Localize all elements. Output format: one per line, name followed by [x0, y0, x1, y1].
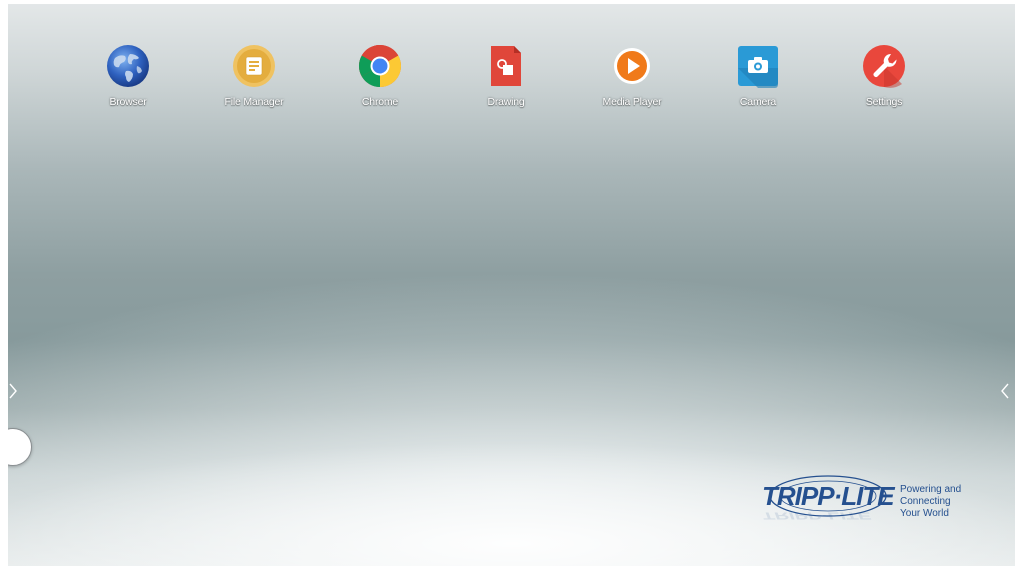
- drawing-icon: [484, 44, 528, 88]
- app-label: File Manager: [224, 96, 284, 108]
- app-launcher-row: Browser File Manager Chrome Drawing Medi…: [68, 44, 968, 124]
- svg-text:TRIPP·LITE: TRIPP·LITE: [762, 510, 871, 521]
- right-edge-toggle[interactable]: [998, 380, 1012, 402]
- app-label: Settings: [865, 96, 903, 108]
- app-chrome[interactable]: Chrome: [320, 44, 440, 108]
- brand-tagline: Powering and Connecting Your World: [900, 484, 961, 520]
- brand-logo: TRIPP·LITE TRIPP·LITE Powering and Conne…: [756, 470, 986, 550]
- svg-text:TRIPP·LITE: TRIPP·LITE: [762, 481, 895, 511]
- app-label: Chrome: [361, 96, 399, 108]
- app-label: Media Player: [602, 96, 662, 108]
- tagline-line: Connecting: [900, 496, 951, 507]
- tagline-line: Powering and: [900, 484, 962, 495]
- app-browser[interactable]: Browser: [68, 44, 188, 108]
- left-edge-toggle[interactable]: [8, 380, 20, 402]
- app-file-manager[interactable]: File Manager: [194, 44, 314, 108]
- app-label: Drawing: [487, 96, 525, 108]
- globe-icon: [106, 44, 150, 88]
- camera-icon: [736, 44, 780, 88]
- chevron-left-icon: [1001, 383, 1009, 399]
- chrome-icon: [358, 44, 402, 88]
- app-label: Browser: [109, 96, 147, 108]
- desktop-background: Browser File Manager Chrome Drawing Medi…: [8, 4, 1015, 566]
- play-icon: [610, 44, 654, 88]
- folder-icon: [232, 44, 276, 88]
- app-camera[interactable]: Camera: [698, 44, 818, 108]
- tripp-lite-logo: TRIPP·LITE TRIPP·LITE: [762, 475, 896, 521]
- floating-assistive-button[interactable]: [8, 428, 32, 466]
- app-label: Camera: [739, 96, 777, 108]
- app-drawing[interactable]: Drawing: [446, 44, 566, 108]
- wrench-icon: [862, 44, 906, 88]
- app-media-player[interactable]: Media Player: [572, 44, 692, 108]
- tagline-line: Your World: [900, 508, 949, 519]
- chevron-right-icon: [9, 383, 17, 399]
- app-settings[interactable]: Settings: [824, 44, 944, 108]
